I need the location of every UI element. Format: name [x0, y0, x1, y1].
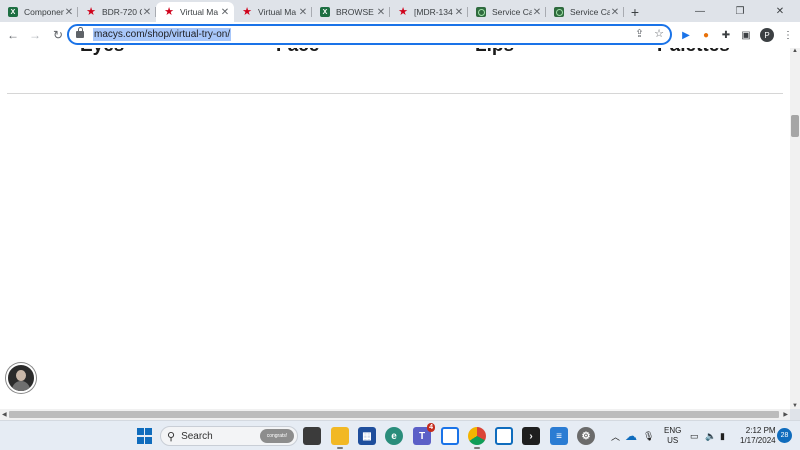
terminal-icon[interactable]: › [522, 427, 540, 445]
settings-gear-icon[interactable]: ⚙ [577, 427, 595, 445]
star-icon: ★ [398, 5, 408, 18]
language-code: ENG [664, 426, 682, 435]
notepad-icon[interactable]: ≡ [550, 427, 568, 445]
profile-avatar[interactable]: P [760, 28, 774, 42]
mic-muted-icon[interactable]: 🎙 [643, 421, 654, 450]
lock-icon[interactable] [76, 27, 84, 38]
menu-icon[interactable]: ⋮ [780, 27, 796, 43]
clock-time: 2:12 PM [745, 426, 776, 435]
close-tab-icon[interactable]: ✕ [454, 7, 464, 18]
star-icon: ★ [86, 5, 96, 18]
teams-icon[interactable]: T4 [413, 423, 435, 445]
horizontal-scrollbar[interactable]: ◀ ▶ [0, 409, 790, 420]
search-placeholder: Search [181, 430, 213, 442]
screen: X Component ✕ ★ BDR-720 C ✕ ★ Virtual Ma… [0, 0, 800, 450]
horizontal-scroll-thumb[interactable] [9, 411, 779, 418]
tab-service-1[interactable]: Service Ca ✕ [468, 2, 546, 22]
reload-icon[interactable]: ↻ [48, 25, 68, 45]
running-indicator [474, 447, 480, 449]
tab-mdr[interactable]: ★ [MDR-134 ✕ [390, 2, 468, 22]
close-tab-icon[interactable]: ✕ [64, 7, 74, 18]
category-face[interactable]: Face [276, 48, 319, 57]
clock[interactable]: 2:12 PM 1/17/2024 [740, 421, 776, 450]
display-icon[interactable]: ▭ [690, 421, 699, 450]
close-tab-icon[interactable]: ✕ [532, 7, 542, 18]
chrome-icon[interactable] [468, 427, 486, 449]
teams-badge: 4 [427, 423, 435, 432]
scroll-right-icon[interactable]: ▶ [783, 411, 788, 418]
scroll-left-icon[interactable]: ◀ [2, 411, 7, 418]
side-panel-icon[interactable]: ▣ [738, 27, 754, 43]
clock-date: 1/17/2024 [740, 436, 776, 445]
tab-title: Virtual Ma [180, 7, 219, 17]
cookie-extension-icon[interactable]: ● [698, 27, 714, 43]
chat-avatar-button[interactable] [6, 363, 36, 393]
close-tab-icon[interactable]: ✕ [142, 7, 152, 18]
vertical-scrollbar[interactable]: ▲ ▼ [790, 48, 800, 409]
back-icon[interactable]: ← [3, 25, 23, 45]
close-window-icon[interactable]: ✕ [760, 0, 800, 22]
file-explorer-icon[interactable] [331, 427, 349, 449]
close-tab-icon[interactable]: ✕ [376, 7, 386, 18]
tab-title: Component [24, 7, 64, 17]
volume-icon[interactable]: 🔈 [705, 421, 716, 450]
tab-virtual[interactable]: ★ Virtual Ma ✕ [234, 2, 312, 22]
close-tab-icon[interactable]: ✕ [298, 7, 308, 18]
taskbar-search[interactable]: ⚲ Search congrats! [160, 426, 298, 446]
tab-virtual-active[interactable]: ★ Virtual Ma ✕ [156, 2, 234, 22]
page-content: Eyes Face Lips Palettes [0, 48, 790, 409]
language-indicator[interactable]: ENG US [664, 421, 681, 450]
minimize-icon[interactable]: — [680, 0, 720, 22]
tab-browse[interactable]: X BROWSE a ✕ [312, 2, 390, 22]
star-icon: ★ [242, 5, 252, 18]
scroll-down-icon[interactable]: ▼ [792, 403, 798, 409]
remote-desktop-icon[interactable] [495, 427, 513, 445]
forward-icon[interactable]: → [25, 25, 45, 45]
taskbar: ⚲ Search congrats! ▦ e T4 › ≡ ⚙ ︿ ☁ 🎙 EN… [0, 420, 800, 450]
category-eyes[interactable]: Eyes [80, 48, 124, 57]
running-indicator [337, 447, 343, 449]
tab-title: Service Ca [492, 7, 532, 17]
excel-icon: X [8, 7, 18, 17]
onedrive-icon[interactable]: ☁ [625, 421, 637, 450]
windows-start-icon[interactable] [135, 427, 153, 445]
extension-arrow-icon[interactable]: ▶ [678, 27, 694, 43]
url-text[interactable]: macys.com/shop/virtual-try-on/ [93, 28, 232, 41]
extensions-puzzle-icon[interactable]: ✚ [718, 27, 734, 43]
restore-icon[interactable]: ❐ [720, 0, 760, 22]
search-icon: ⚲ [167, 430, 176, 443]
tab-title: Service Ca [570, 7, 610, 17]
bookmark-star-icon[interactable]: ☆ [654, 27, 664, 40]
star-icon: ★ [164, 5, 174, 18]
servicenow-icon [476, 7, 486, 17]
category-palettes[interactable]: Palettes [657, 48, 730, 57]
edge-icon[interactable]: e [385, 427, 403, 445]
region-code: US [667, 436, 679, 445]
excel-icon: X [320, 7, 330, 17]
tab-title: BDR-720 C [102, 7, 142, 17]
store-icon[interactable]: ▦ [358, 427, 376, 445]
close-tab-icon[interactable]: ✕ [220, 7, 230, 18]
tab-service-2[interactable]: Service Ca ✕ [546, 2, 624, 22]
share-icon[interactable]: ⇪ [635, 27, 644, 40]
close-tab-icon[interactable]: ✕ [610, 7, 620, 18]
tab-title: BROWSE a [336, 7, 376, 17]
new-tab-button[interactable]: + [624, 2, 646, 22]
tab-title: [MDR-134 [414, 7, 453, 17]
tab-bdr[interactable]: ★ BDR-720 C ✕ [78, 2, 156, 22]
tab-title: Virtual Ma [258, 7, 297, 17]
scroll-up-icon[interactable]: ▲ [792, 48, 798, 54]
battery-icon[interactable]: ▮ [720, 421, 725, 450]
tab-component[interactable]: X Component ✕ [0, 2, 78, 22]
vertical-scroll-thumb[interactable] [791, 115, 799, 137]
category-lips[interactable]: Lips [475, 48, 514, 57]
search-highlight-pill: congrats! [260, 429, 294, 443]
show-hidden-icons[interactable]: ︿ [611, 421, 620, 450]
notification-count-badge[interactable]: 28 [777, 428, 792, 443]
divider [7, 93, 783, 94]
task-view-icon[interactable] [303, 427, 321, 445]
servicenow-icon [554, 7, 564, 17]
address-bar[interactable]: macys.com/shop/virtual-try-on/ ⇪ ☆ [67, 24, 672, 45]
whiteboard-icon[interactable] [441, 427, 459, 445]
